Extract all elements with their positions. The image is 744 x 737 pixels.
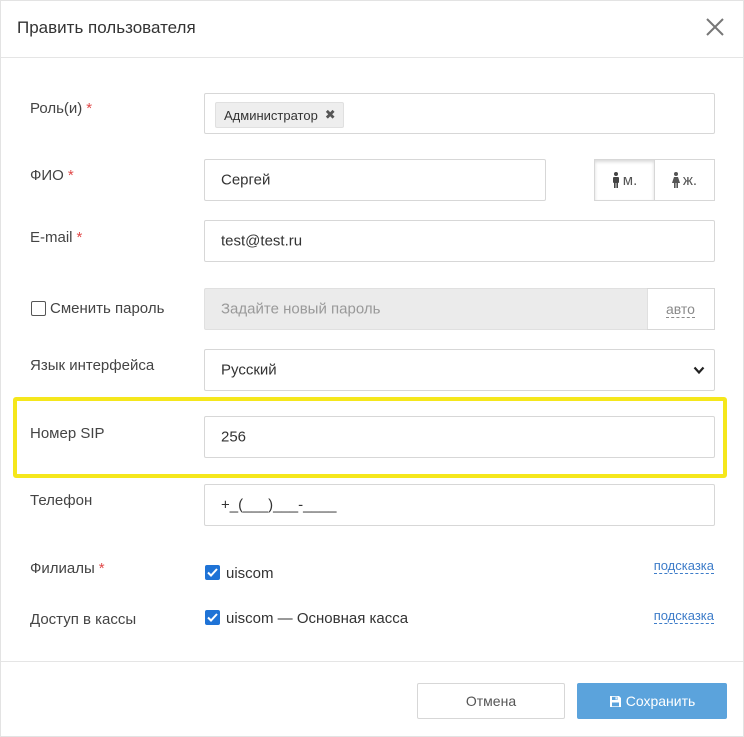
remove-role-icon[interactable]: ✖	[325, 107, 336, 123]
cancel-button-label: Отмена	[465, 693, 517, 709]
sip-label: Номер SIP	[30, 425, 105, 442]
male-icon	[612, 172, 619, 188]
gender-female-label: ж.	[682, 171, 698, 189]
role-tag-label: Администратор	[224, 107, 318, 123]
cash-uiscom-main-label: uiscom — Основная касса	[226, 610, 409, 627]
phone-label: Телефон	[30, 492, 93, 509]
cancel-button[interactable]: Отмена	[417, 683, 565, 719]
email-input[interactable]: test@test.ru	[204, 220, 715, 262]
chevron-down-icon	[693, 366, 705, 375]
language-value: Русский	[221, 361, 277, 379]
close-button[interactable]	[701, 13, 729, 41]
role-tag-administrator: Администратор ✖	[215, 102, 344, 128]
cash-access-label: Доступ в кассы	[30, 611, 137, 628]
fio-value: Сергей	[221, 171, 271, 189]
change-password-label: Сменить пароль	[50, 300, 165, 317]
new-password-input: Задайте новый пароль	[204, 288, 648, 330]
language-select[interactable]: Русский	[204, 349, 715, 391]
phone-value: +_(___)___-____	[221, 496, 337, 514]
save-button-label: Сохранить	[625, 693, 696, 709]
sip-value: 256	[221, 428, 247, 446]
new-password-placeholder: Задайте новый пароль	[221, 300, 381, 318]
required-mark: *	[86, 100, 93, 117]
roles-label: Роль(и) *	[30, 100, 93, 117]
auto-password-button[interactable]: авто	[647, 288, 715, 330]
email-value: test@test.ru	[221, 232, 303, 250]
dialog-header: Править пользователя	[1, 1, 743, 58]
cash-access-hint-link[interactable]: подсказка	[653, 608, 714, 624]
required-mark: *	[67, 167, 74, 184]
save-button[interactable]: Сохранить	[577, 683, 727, 719]
female-icon	[671, 172, 680, 188]
close-icon	[706, 18, 724, 36]
language-label: Язык интерфейса	[30, 357, 155, 374]
branch-uiscom-checkbox[interactable]	[205, 565, 220, 580]
gender-male-button[interactable]: м.	[594, 159, 655, 201]
gender-female-button[interactable]: ж.	[654, 159, 715, 201]
gender-male-label: м.	[622, 171, 638, 189]
email-label: E-mail *	[30, 229, 83, 246]
cash-uiscom-main-checkbox[interactable]	[205, 610, 220, 625]
floppy-disk-icon	[609, 695, 621, 707]
change-password-checkbox[interactable]	[31, 301, 46, 316]
branches-label: Филиалы *	[30, 560, 105, 577]
fio-label: ФИО *	[30, 167, 74, 184]
checkmark-icon	[207, 613, 218, 622]
branches-hint-link[interactable]: подсказка	[653, 558, 714, 574]
fio-input[interactable]: Сергей	[204, 159, 546, 201]
sip-input[interactable]: 256	[204, 416, 715, 458]
edit-user-dialog: Править пользователя Роль(и) * Администра…	[0, 0, 744, 737]
required-mark: *	[76, 229, 83, 246]
checkmark-icon	[207, 568, 218, 577]
roles-select[interactable]: Администратор ✖	[204, 93, 715, 134]
required-mark: *	[98, 560, 105, 577]
dialog-title: Править пользователя	[17, 18, 196, 37]
phone-input[interactable]: +_(___)___-____	[204, 484, 715, 526]
auto-password-label: авто	[666, 300, 695, 318]
branch-uiscom-label: uiscom	[226, 565, 274, 582]
